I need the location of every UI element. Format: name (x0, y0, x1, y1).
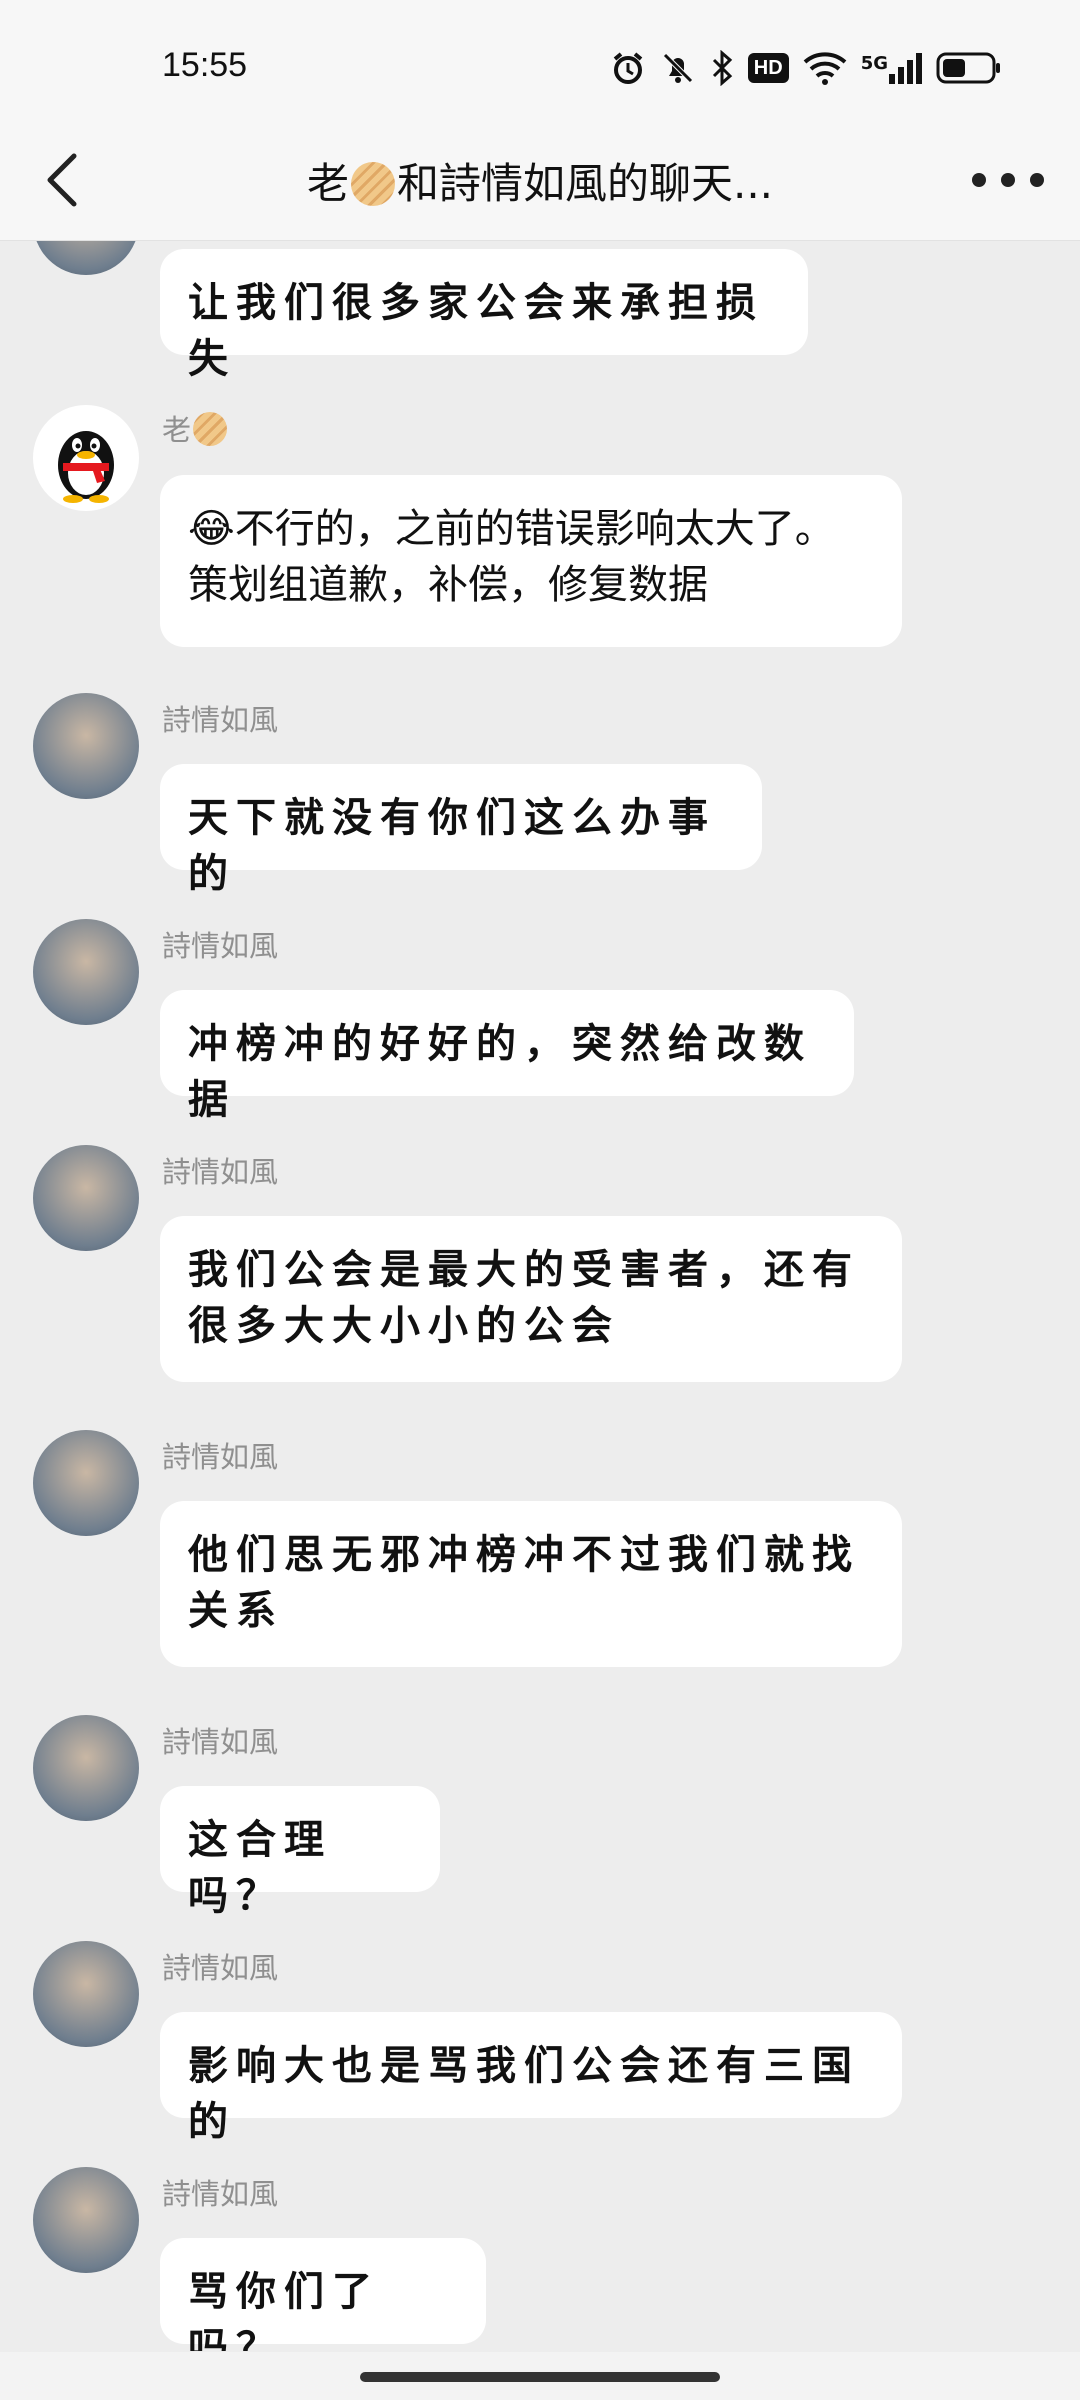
status-icons: HD 5G (610, 46, 1002, 90)
battery-icon (936, 51, 1002, 85)
cookie-emoji-icon (350, 162, 395, 206)
message-bubble[interactable]: 冲榜冲的好好的，突然给改数据 (160, 990, 854, 1123)
laughing-emoji-icon: 😂 (188, 506, 235, 552)
signal-icon: 5G (861, 52, 922, 84)
message-bubble[interactable]: 让我们很多家公会来承担损失 (160, 249, 808, 382)
network-label: 5G (860, 53, 888, 74)
title-suffix: 和詩情如風的聊天... (396, 159, 774, 208)
gesture-bar (0, 2352, 1080, 2400)
message-bubble[interactable]: 这合理吗？ (160, 1786, 440, 1919)
wifi-icon (803, 50, 847, 86)
chevron-left-icon (47, 153, 77, 207)
avatar[interactable] (33, 1145, 139, 1251)
sender-name: 詩情如風 (162, 1725, 279, 1759)
cookie-emoji-icon (193, 412, 228, 446)
status-bar: 15:55 HD 5G (0, 0, 1080, 120)
silent-bell-icon (660, 50, 696, 86)
alarm-icon (610, 50, 646, 86)
avatar[interactable] (33, 241, 139, 275)
avatar[interactable] (33, 2167, 139, 2273)
message-bubble[interactable]: 影响大也是骂我们公会还有三国的 (160, 2012, 902, 2145)
message-bubble[interactable]: 天下就没有你们这么办事的 (160, 764, 762, 897)
more-button[interactable] (972, 164, 1044, 196)
chat-title: 老和詩情如風的聊天... (180, 150, 900, 211)
sender-name: 詩情如風 (162, 1155, 279, 1189)
sender-name: 詩情如風 (162, 703, 279, 737)
hd-icon: HD (747, 53, 789, 83)
avatar[interactable] (33, 919, 139, 1025)
avatar[interactable] (33, 405, 139, 511)
home-indicator[interactable] (360, 2372, 720, 2382)
message-bubble[interactable]: 😂不行的，之前的错误影响太大了。策划组道歉，补偿，修复数据 (160, 475, 902, 647)
message-bubble[interactable]: 骂你们了吗？ (160, 2238, 486, 2351)
sender-name: 詩情如風 (162, 1951, 279, 1985)
sender-name: 詩情如風 (162, 2177, 279, 2211)
sender-name: 詩情如風 (162, 1440, 279, 1474)
back-button[interactable] (34, 148, 98, 212)
sender-name: 老 (162, 407, 229, 449)
avatar[interactable] (33, 1715, 139, 1821)
bluetooth-icon (710, 50, 734, 86)
more-dots-icon (972, 173, 986, 187)
sender-name: 詩情如風 (162, 929, 279, 963)
title-prefix: 老 (306, 159, 349, 208)
chat-header: 老和詩情如風的聊天... (0, 120, 1080, 241)
status-time: 15:55 (162, 46, 248, 84)
message-list[interactable]: 让我们很多家公会来承担损失 老 😂不行的，之前的错误影响太大了。策划组道歉，补偿… (0, 241, 1080, 2351)
qq-penguin-icon (58, 431, 114, 503)
message-bubble[interactable]: 他们思无邪冲榜冲不过我们就找关系 (160, 1501, 902, 1667)
avatar[interactable] (33, 1941, 139, 2047)
avatar[interactable] (33, 693, 139, 799)
avatar[interactable] (33, 1430, 139, 1536)
message-bubble[interactable]: 我们公会是最大的受害者，还有很多大大小小的公会 (160, 1216, 902, 1382)
